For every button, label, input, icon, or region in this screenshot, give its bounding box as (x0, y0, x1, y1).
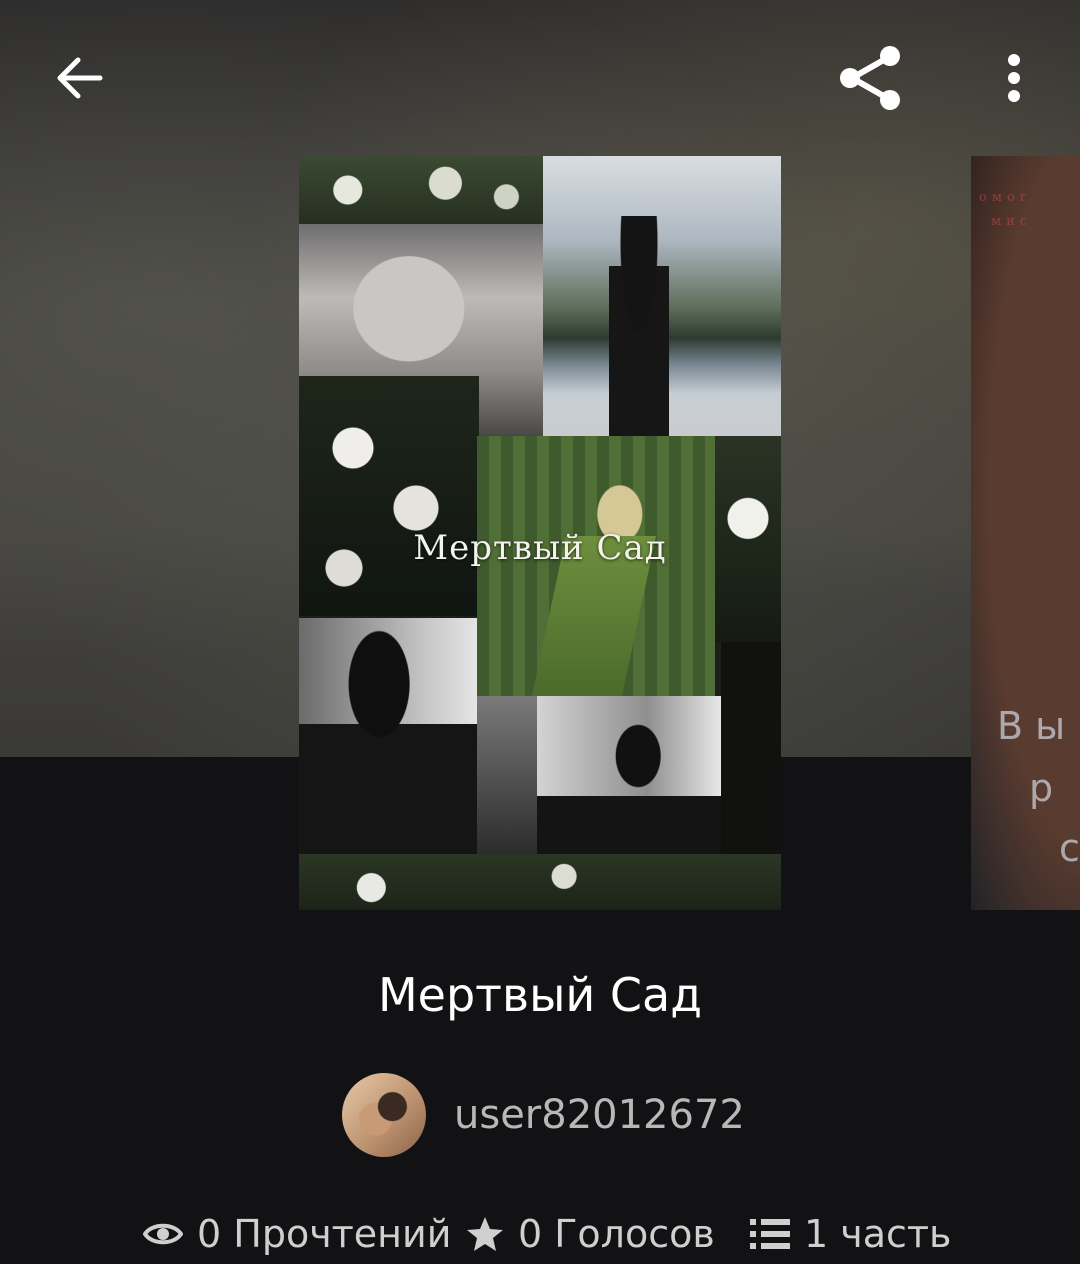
reads-count: 0 Прочтений (197, 1212, 452, 1256)
next-story-cover[interactable]: омог мис В ы р с (971, 156, 1080, 910)
avatar[interactable] (342, 1073, 426, 1157)
share-button[interactable] (830, 40, 910, 116)
eye-icon (143, 1223, 183, 1245)
more-options-button[interactable] (990, 44, 1038, 112)
next-cover-small-text-1: омог (979, 190, 1032, 205)
next-cover-small-text-2: мис (991, 214, 1033, 229)
story-stats: 0 Прочтений 0 Голосов 1 часть (0, 1206, 1080, 1262)
share-icon (840, 46, 900, 110)
parts-count: 1 часть (804, 1212, 952, 1256)
cover-collage-boy-portrait (299, 618, 477, 854)
cover-collage-silhouette (599, 216, 679, 436)
cover-collage-flowers-bottom (299, 854, 781, 910)
story-title: Мертвый Сад (377, 968, 703, 1022)
arrow-left-icon (57, 57, 103, 99)
more-vertical-icon (1008, 54, 1020, 102)
reads-stat: 0 Прочтений (143, 1206, 451, 1262)
cover-title-text: Мертвый Сад (413, 528, 667, 568)
parts-stat: 1 часть (750, 1206, 951, 1262)
back-button[interactable] (40, 44, 116, 112)
votes-count: 0 Голосов (518, 1212, 715, 1256)
cover-collage-side-figure (477, 696, 537, 854)
story-cover-image[interactable]: Мертвый Сад (299, 156, 781, 910)
list-icon (750, 1219, 790, 1249)
cover-collage-flowers (299, 156, 543, 224)
next-cover-text-1: В ы (997, 704, 1066, 748)
votes-stat: 0 Голосов (466, 1206, 715, 1262)
cover-collage-roses (299, 376, 479, 616)
star-icon (467, 1217, 503, 1251)
next-cover-text-3: с (1059, 826, 1080, 870)
next-cover-text-2: р (1029, 766, 1054, 810)
author-link[interactable]: user82012672 (342, 1073, 745, 1157)
author-name[interactable]: user82012672 (454, 1092, 745, 1138)
